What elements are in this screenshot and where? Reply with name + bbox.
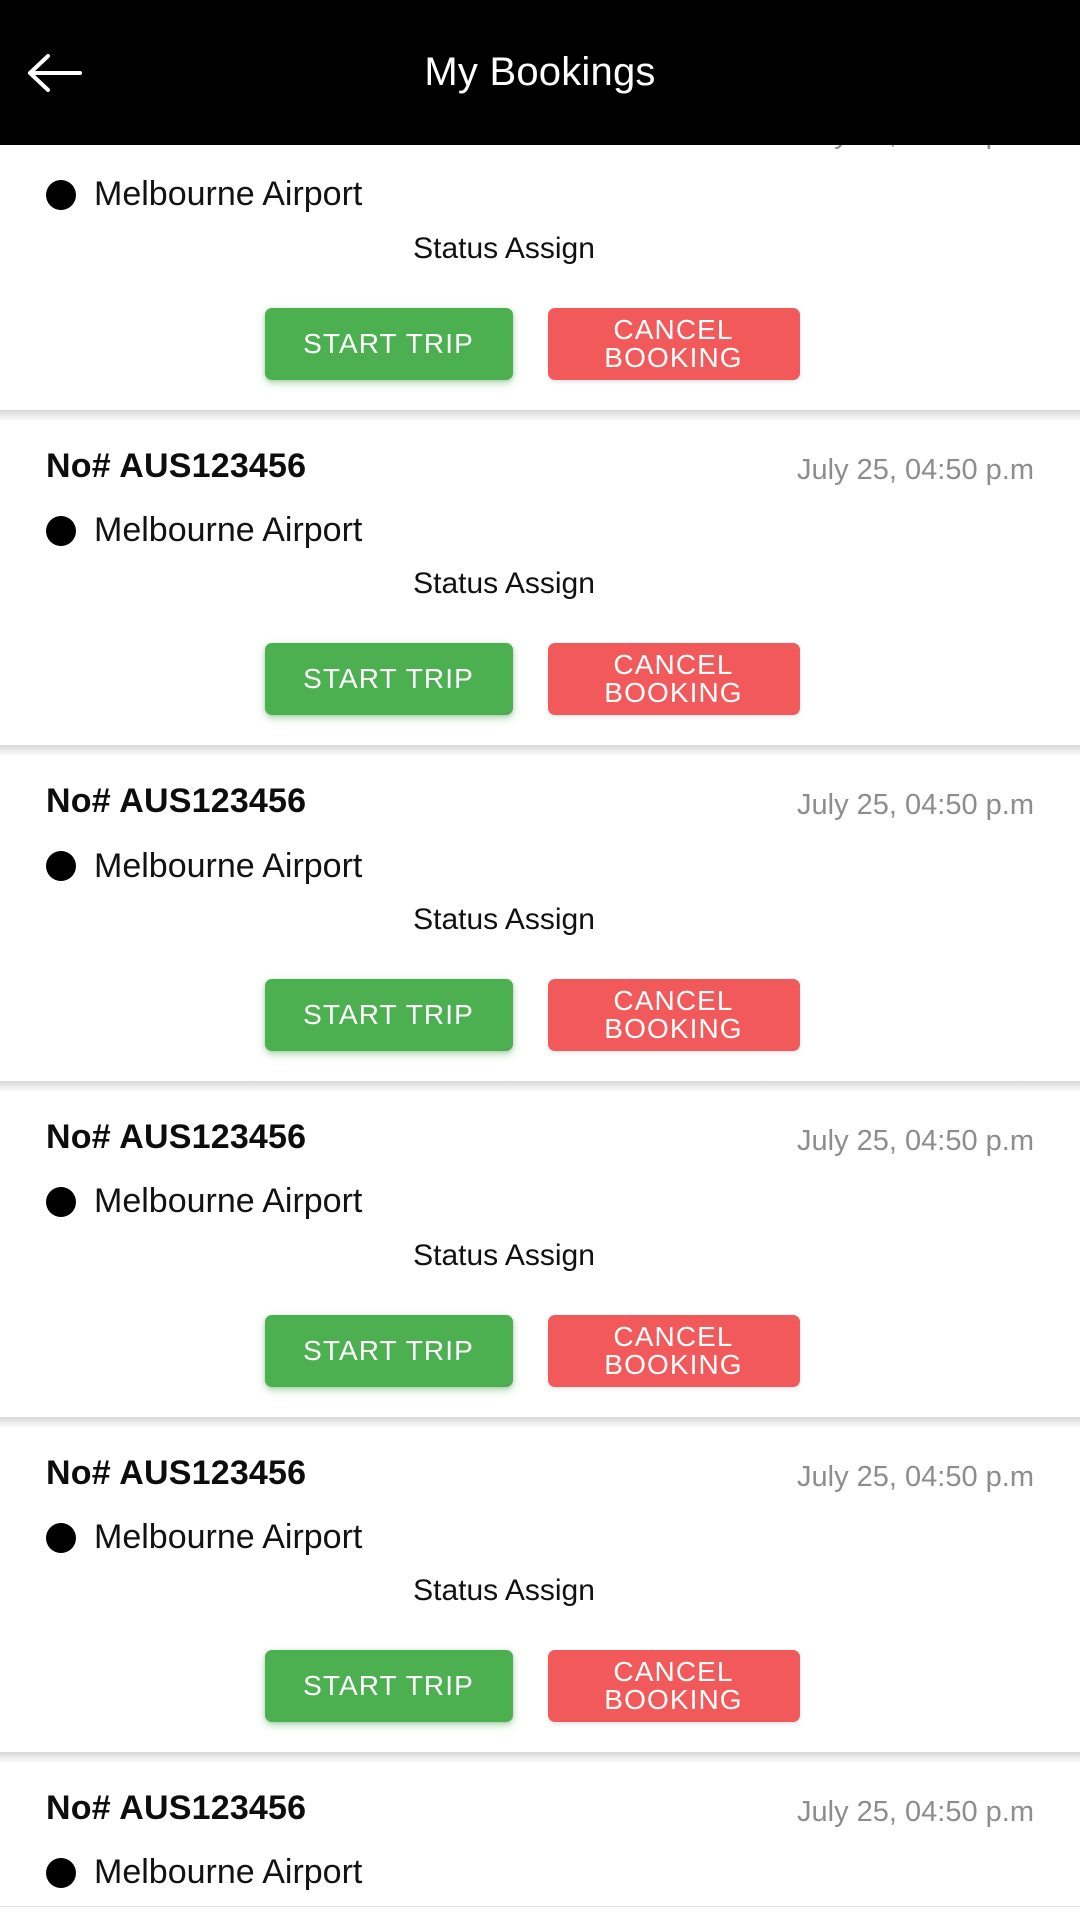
booking-location: Melbourne Airport <box>94 1517 363 1556</box>
back-button[interactable] <box>0 0 110 145</box>
cancel-booking-button[interactable]: CANCEL BOOKING <box>547 1650 800 1723</box>
start-trip-button[interactable]: START TRIP <box>264 307 513 380</box>
status-badge: Status Assign <box>413 1574 595 1608</box>
booking-location-row: Melbourne Airport <box>46 1854 1034 1891</box>
booking-number: No# AUS123456 <box>46 1117 307 1156</box>
booking-actions: START TRIP CANCEL BOOKING <box>46 1650 1034 1723</box>
booking-location: Melbourne Airport <box>94 1853 363 1892</box>
booking-card[interactable]: No# AUS123456 July 25, 04:50 p.m Melbour… <box>0 1762 1080 1906</box>
booking-number: No# AUS123456 <box>46 446 307 485</box>
start-trip-button[interactable]: START TRIP <box>264 1650 513 1723</box>
bottom-partial-card <box>0 1906 1080 1920</box>
booking-number: No# AUS123456 <box>46 1453 307 1492</box>
booking-number: No# AUS123456 <box>46 782 307 821</box>
filled-circle-icon <box>46 1522 76 1553</box>
booking-timestamp: July 25, 04:50 p.m <box>797 1124 1034 1157</box>
cancel-booking-button[interactable]: CANCEL BOOKING <box>547 1314 800 1387</box>
booking-location-row: Melbourne Airport <box>46 1517 1034 1556</box>
booking-status-row: Status Assign <box>46 1574 1034 1608</box>
page-title: My Bookings <box>424 50 656 94</box>
bookings-screen: My Bookings No# AUS123456 July 25, 04:50… <box>0 0 1080 1920</box>
booking-number: No# AUS123456 <box>46 145 306 149</box>
filled-circle-icon <box>46 179 76 210</box>
filled-circle-icon <box>46 1858 76 1889</box>
booking-status-row: Status Assign <box>46 567 1034 601</box>
booking-timestamp: July 25, 04:50 p.m <box>797 145 1034 152</box>
booking-status-row: Status Assign <box>46 903 1034 937</box>
booking-location-row: Melbourne Airport <box>46 1182 1034 1221</box>
booking-card-header: No# AUS123456 July 25, 04:50 p.m <box>46 1789 1034 1830</box>
booking-card[interactable]: No# AUS123456 July 25, 04:50 p.m Melbour… <box>0 419 1080 755</box>
booking-location-row: Melbourne Airport <box>46 510 1034 549</box>
booking-location: Melbourne Airport <box>94 175 363 214</box>
status-badge: Status Assign <box>413 567 595 601</box>
booking-number: No# AUS123456 <box>46 1789 307 1828</box>
cancel-booking-button[interactable]: CANCEL BOOKING <box>547 978 800 1051</box>
cancel-booking-button[interactable]: CANCEL BOOKING <box>547 307 800 380</box>
status-badge: Status Assign <box>413 231 595 265</box>
status-badge: Status Assign <box>413 1238 595 1272</box>
booking-timestamp: July 25, 04:50 p.m <box>797 1460 1034 1493</box>
status-badge: Status Assign <box>413 902 595 936</box>
booking-actions: START TRIP CANCEL BOOKING <box>46 1314 1034 1387</box>
cancel-booking-button[interactable]: CANCEL BOOKING <box>547 643 800 716</box>
filled-circle-icon <box>46 851 76 882</box>
booking-card-header: No# AUS123456 July 25, 04:50 p.m <box>46 1117 1034 1159</box>
booking-location: Melbourne Airport <box>94 846 363 885</box>
filled-circle-icon <box>46 1186 76 1217</box>
booking-timestamp: July 25, 04:50 p.m <box>797 789 1034 822</box>
start-trip-button[interactable]: START TRIP <box>264 643 513 716</box>
booking-card-header: No# AUS123456 July 25, 04:50 p.m <box>46 145 1034 152</box>
booking-actions: START TRIP CANCEL BOOKING <box>46 978 1034 1051</box>
booking-location-row: Melbourne Airport <box>46 175 1034 214</box>
booking-card-header: No# AUS123456 July 25, 04:50 p.m <box>46 1453 1034 1495</box>
booking-card[interactable]: No# AUS123456 July 25, 04:50 p.m Melbour… <box>0 755 1080 1091</box>
booking-card[interactable]: No# AUS123456 July 25, 04:50 p.m Melbour… <box>0 145 1080 420</box>
booking-actions: START TRIP CANCEL BOOKING <box>46 643 1034 716</box>
filled-circle-icon <box>46 515 76 546</box>
booking-location-row: Melbourne Airport <box>46 846 1034 885</box>
booking-timestamp: July 25, 04:50 p.m <box>797 453 1034 486</box>
booking-timestamp: July 25, 04:50 p.m <box>797 1796 1034 1829</box>
booking-card[interactable]: No# AUS123456 July 25, 04:50 p.m Melbour… <box>0 1090 1080 1427</box>
app-header: My Bookings <box>0 0 1080 145</box>
booking-card-header: No# AUS123456 July 25, 04:50 p.m <box>46 782 1034 823</box>
booking-status-row: Status Assign <box>46 232 1034 266</box>
booking-location: Melbourne Airport <box>94 1182 363 1221</box>
start-trip-button[interactable]: START TRIP <box>264 978 513 1051</box>
bookings-scroll-list[interactable]: No# AUS123456 July 25, 04:50 p.m Melbour… <box>0 145 1080 1906</box>
booking-status-row: Status Assign <box>46 1239 1034 1273</box>
booking-location: Melbourne Airport <box>94 510 363 549</box>
booking-actions: START TRIP CANCEL BOOKING <box>46 307 1034 380</box>
booking-card-header: No# AUS123456 July 25, 04:50 p.m <box>46 446 1034 488</box>
start-trip-button[interactable]: START TRIP <box>264 1314 513 1387</box>
arrow-left-icon <box>27 52 83 94</box>
booking-card[interactable]: No# AUS123456 July 25, 04:50 p.m Melbour… <box>0 1426 1080 1762</box>
